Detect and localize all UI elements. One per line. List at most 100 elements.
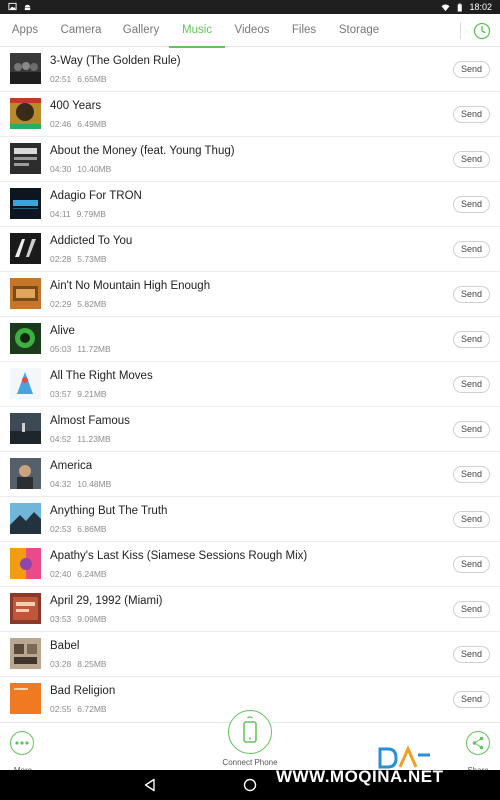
music-row[interactable]: Apathy's Last Kiss (Siamese Sessions Rou… xyxy=(0,542,500,587)
music-row[interactable]: Anything But The Truth 02:53 6.86MB Send xyxy=(0,497,500,542)
send-button[interactable]: Send xyxy=(453,241,490,258)
music-row[interactable]: Alive 05:03 11.72MB Send xyxy=(0,317,500,362)
track-title: 3-Way (The Golden Rule) xyxy=(50,55,181,67)
tab-label: Files xyxy=(291,24,317,36)
tab-gallery[interactable]: Gallery xyxy=(115,14,167,47)
track-meta: 05:03 11.72MB xyxy=(50,344,111,354)
track-size: 5.73MB xyxy=(77,254,107,264)
track-meta: 03:57 9.21MB xyxy=(50,389,107,399)
music-row[interactable]: 3-Way (The Golden Rule) 02:51 6.65MB Send xyxy=(0,47,500,92)
track-title: About the Money (feat. Young Thug) xyxy=(50,145,235,157)
album-art xyxy=(10,323,41,354)
music-row[interactable]: About the Money (feat. Young Thug) 04:30… xyxy=(0,137,500,182)
tab-divider xyxy=(460,22,461,39)
track-meta: 02:40 6.24MB xyxy=(50,569,107,579)
track-meta: 04:11 9.79MB xyxy=(50,209,106,219)
tab-apps[interactable]: Apps xyxy=(2,14,48,47)
track-meta: 04:52 11.23MB xyxy=(50,434,111,444)
music-row[interactable]: America 04:32 10.48MB Send xyxy=(0,452,500,497)
music-row[interactable]: Ain't No Mountain High Enough 02:29 5.82M… xyxy=(0,272,500,317)
tab-label: Music xyxy=(181,24,213,36)
track-size: 9.09MB xyxy=(77,614,107,624)
track-title: Almost Famous xyxy=(50,415,130,427)
music-list: 3-Way (The Golden Rule) 02:51 6.65MB Send… xyxy=(0,47,500,722)
album-art xyxy=(10,503,41,534)
track-duration: 02:40 xyxy=(50,569,72,579)
tab-music[interactable]: Music xyxy=(169,14,225,48)
send-button[interactable]: Send xyxy=(453,556,490,573)
album-art xyxy=(10,98,41,129)
music-row[interactable]: Adagio For TRON 04:11 9.79MB Send xyxy=(0,182,500,227)
back-triangle-icon xyxy=(144,778,155,792)
track-meta: 03:28 8.25MB xyxy=(50,659,107,669)
music-row[interactable]: All The Right Moves 03:57 9.21MB Send xyxy=(0,362,500,407)
more-button[interactable]: More xyxy=(8,731,38,775)
connect-phone-label: Connect Phone xyxy=(222,758,278,767)
home-circle-icon xyxy=(243,778,257,792)
album-art xyxy=(10,188,41,219)
track-size: 6.86MB xyxy=(77,524,107,534)
track-duration: 02:51 xyxy=(50,74,72,84)
clock-icon xyxy=(473,22,491,40)
back-button[interactable] xyxy=(142,777,158,793)
album-art xyxy=(10,548,41,579)
track-duration: 04:52 xyxy=(50,434,72,444)
image-notification-icon xyxy=(8,2,17,11)
music-row[interactable]: Babel 03:28 8.25MB Send xyxy=(0,632,500,677)
track-size: 10.48MB xyxy=(77,479,112,489)
send-button[interactable]: Send xyxy=(453,601,490,618)
track-title: Alive xyxy=(50,325,75,337)
track-size: 6.24MB xyxy=(77,569,107,579)
track-title: Apathy's Last Kiss (Siamese Sessions Rou… xyxy=(50,550,308,562)
send-button[interactable]: Send xyxy=(453,286,490,303)
music-row[interactable]: April 29, 1992 (Miami) 03:53 9.09MB Send xyxy=(0,587,500,632)
album-art xyxy=(10,638,41,669)
send-button[interactable]: Send xyxy=(453,466,490,483)
track-meta: 02:53 6.86MB xyxy=(50,524,107,534)
history-button[interactable] xyxy=(472,21,492,41)
tab-label: Camera xyxy=(60,24,102,36)
album-art xyxy=(10,413,41,444)
track-title: America xyxy=(50,460,93,472)
phone-icon xyxy=(242,715,257,743)
music-row[interactable]: Almost Famous 04:52 11.23MB Send xyxy=(0,407,500,452)
send-button[interactable]: Send xyxy=(453,511,490,528)
home-button[interactable] xyxy=(242,777,258,793)
send-button[interactable]: Send xyxy=(453,331,490,348)
album-art xyxy=(10,593,41,624)
music-row[interactable]: 400 Years 02:46 6.49MB Send xyxy=(0,92,500,137)
album-art xyxy=(10,53,41,84)
status-time: 18:02 xyxy=(469,2,492,12)
tab-storage[interactable]: Storage xyxy=(333,14,385,47)
track-meta: 02:28 5.73MB xyxy=(50,254,107,264)
send-button[interactable]: Send xyxy=(453,106,490,123)
send-button[interactable]: Send xyxy=(453,376,490,393)
track-size: 11.72MB xyxy=(77,344,111,354)
tab-files[interactable]: Files xyxy=(284,14,324,47)
track-title: Addicted To You xyxy=(50,235,133,247)
track-duration: 03:28 xyxy=(50,659,72,669)
send-button[interactable]: Send xyxy=(453,691,490,708)
track-size: 9.21MB xyxy=(77,389,107,399)
track-duration: 02:46 xyxy=(50,119,72,129)
more-icon xyxy=(10,731,34,755)
track-size: 6.49MB xyxy=(77,119,107,129)
music-row[interactable]: Addicted To You 02:28 5.73MB Send xyxy=(0,227,500,272)
tab-videos[interactable]: Videos xyxy=(228,14,276,47)
send-button[interactable]: Send xyxy=(453,151,490,168)
send-button[interactable]: Send xyxy=(453,421,490,438)
send-button[interactable]: Send xyxy=(453,61,490,78)
track-size: 6.72MB xyxy=(77,704,107,714)
tab-label: Gallery xyxy=(122,24,160,36)
track-duration: 04:30 xyxy=(50,164,72,174)
send-button[interactable]: Send xyxy=(453,646,490,663)
track-title: Bad Religion xyxy=(50,685,116,697)
wifi-icon xyxy=(441,3,451,11)
send-button[interactable]: Send xyxy=(453,196,490,213)
connect-phone-button[interactable] xyxy=(228,710,272,754)
track-title: April 29, 1992 (Miami) xyxy=(50,595,163,607)
tab-camera[interactable]: Camera xyxy=(54,14,108,47)
share-button[interactable]: Share xyxy=(464,731,492,775)
track-meta: 02:55 6.72MB xyxy=(50,704,107,714)
track-title: Anything But The Truth xyxy=(50,505,168,517)
